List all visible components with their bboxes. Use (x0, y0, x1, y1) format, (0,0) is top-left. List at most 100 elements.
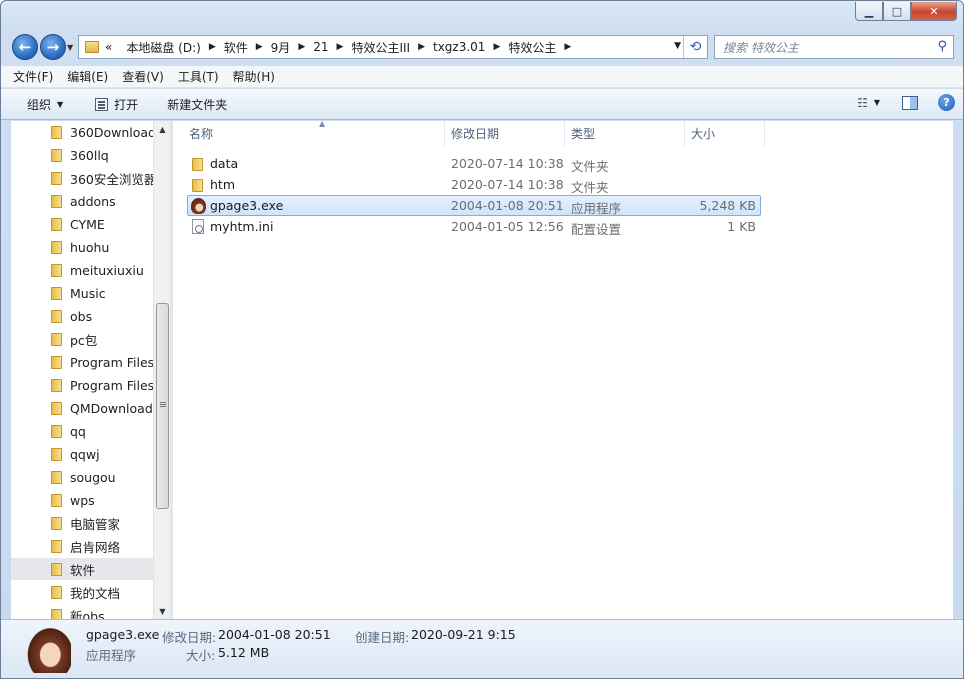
sidebar-item-new-obs[interactable]: 新obs (11, 604, 153, 619)
chevron-right-icon[interactable]: ▶ (564, 42, 571, 52)
file-type: 文件夹 (571, 180, 609, 195)
sidebar-item-pc-bao[interactable]: pc包 (11, 328, 153, 350)
breadcrumb: « 本地磁盘 (D:) ▶ 软件 ▶ 9月 ▶ 21 ▶ 特效公主III ▶ t… (105, 39, 579, 56)
column-header-date[interactable]: 修改日期 (445, 121, 565, 146)
search-input[interactable]: 搜索 特效公主 ⚲ (714, 35, 954, 59)
breadcrumb-overflow[interactable]: « (105, 40, 112, 54)
column-header-label: 类型 (571, 127, 596, 141)
back-button[interactable]: ← (12, 34, 38, 60)
chevron-right-icon[interactable]: ▶ (493, 42, 500, 52)
column-header-type[interactable]: 类型 (565, 121, 685, 146)
sidebar-item-label: CYME (70, 216, 105, 232)
sidebar-item-label: 软件 (70, 562, 96, 578)
table-row[interactable]: htm 2020-07-14 10:38 文件夹 (187, 174, 761, 195)
preview-pane-icon[interactable] (902, 95, 918, 110)
maximize-button[interactable]: □ (883, 2, 911, 21)
sidebar-item-qqwj[interactable]: qqwj (11, 443, 153, 465)
sidebar-item-meituxiuxiu[interactable]: meituxiuxiu (11, 259, 153, 281)
chevron-right-icon[interactable]: ▶ (298, 42, 305, 52)
chevron-down-icon[interactable]: ▼ (874, 98, 880, 107)
folder-icon (51, 241, 62, 254)
file-size: 1 KB (727, 219, 756, 234)
column-header-name[interactable]: 名称 ▲ (183, 119, 445, 146)
scrollbar-thumb[interactable] (156, 303, 169, 509)
breadcrumb-item[interactable]: 软件 (224, 39, 248, 56)
folder-icon (51, 218, 62, 231)
column-header-label: 修改日期 (451, 127, 500, 141)
chevron-right-icon[interactable]: ▶ (209, 42, 216, 52)
navigation-scrollbar[interactable]: ▲ ▼ (153, 121, 170, 619)
folder-icon (51, 540, 62, 553)
sidebar-item-obs[interactable]: obs (11, 305, 153, 327)
table-row[interactable]: gpage3.exe 2004-01-08 20:51 应用程序 5,248 K… (187, 195, 761, 216)
table-row[interactable]: data 2020-07-14 10:38 文件夹 (187, 153, 761, 174)
sidebar-item-360-browser[interactable]: 360安全浏览器 (11, 167, 153, 189)
sidebar-item-qq[interactable]: qq (11, 420, 153, 442)
refresh-icon[interactable]: ⟲ (683, 36, 707, 58)
sidebar-item-360downloads[interactable]: 360Downloads (11, 121, 153, 143)
sidebar-item-360llq[interactable]: 360llq (11, 144, 153, 166)
menu-help[interactable]: 帮助(H) (233, 68, 275, 85)
address-bar[interactable]: « 本地磁盘 (D:) ▶ 软件 ▶ 9月 ▶ 21 ▶ 特效公主III ▶ t… (78, 35, 708, 59)
sidebar-item-music[interactable]: Music (11, 282, 153, 304)
breadcrumb-item[interactable]: txgz3.01 (433, 40, 485, 54)
sidebar-item-qmdownload[interactable]: QMDownload (11, 397, 153, 419)
folder-icon (51, 586, 62, 599)
sidebar-item-label: sougou (70, 469, 116, 485)
address-history-dropdown[interactable]: ▼ (674, 41, 681, 51)
recent-pages-dropdown[interactable]: ▼ (67, 43, 73, 52)
exe-icon (191, 198, 206, 214)
file-date: 2020-07-14 10:38 (451, 156, 564, 171)
sidebar-item-qiken-network[interactable]: 启肯网络 (11, 535, 153, 557)
menu-view[interactable]: 查看(V) (122, 68, 164, 85)
breadcrumb-item[interactable]: 特效公主 (508, 39, 556, 56)
breadcrumb-item[interactable]: 9月 (271, 39, 291, 56)
sidebar-item-cyme[interactable]: CYME (11, 213, 153, 235)
sidebar-item-label: 360安全浏览器 (70, 171, 153, 187)
new-folder-button[interactable]: 新建文件夹 (167, 96, 227, 113)
close-button[interactable]: ✕ (911, 2, 957, 21)
details-filename: gpage3.exe (86, 627, 160, 642)
column-header-size[interactable]: 大小 (685, 121, 765, 146)
open-button[interactable]: 打开 (95, 96, 138, 113)
table-row[interactable]: myhtm.ini 2004-01-05 12:56 配置设置 1 KB (187, 216, 761, 237)
sidebar-item-label: addons (70, 193, 116, 209)
chevron-right-icon[interactable]: ▶ (418, 42, 425, 52)
breadcrumb-item[interactable]: 21 (313, 40, 328, 54)
scroll-up-icon[interactable]: ▲ (154, 121, 171, 137)
sidebar-item-label: huohu (70, 239, 110, 255)
sidebar-item-pc-manager[interactable]: 电脑管家 (11, 512, 153, 534)
folder-icon (51, 448, 62, 461)
file-size: 5,248 KB (699, 198, 756, 213)
menu-edit[interactable]: 编辑(E) (67, 68, 108, 85)
sidebar-item-addons[interactable]: addons (11, 190, 153, 212)
search-icon[interactable]: ⚲ (937, 39, 947, 54)
sidebar-item-sougou[interactable]: sougou (11, 466, 153, 488)
organize-label: 组织 (27, 97, 52, 112)
file-thumbnail (25, 625, 71, 673)
sidebar-item-huohu[interactable]: huohu (11, 236, 153, 258)
sidebar-item-my-documents[interactable]: 我的文档 (11, 581, 153, 603)
folder-icon (51, 126, 62, 139)
scroll-down-icon[interactable]: ▼ (154, 603, 171, 619)
menu-file[interactable]: 文件(F) (13, 68, 53, 85)
sidebar-item-program-files-2[interactable]: Program Files (11, 374, 153, 396)
sidebar-item-software[interactable]: 软件 (11, 558, 153, 580)
forward-button[interactable]: → (40, 34, 66, 60)
sidebar-item-wps[interactable]: wps (11, 489, 153, 511)
view-details-icon[interactable]: ☷ (857, 96, 868, 110)
organize-button[interactable]: 组织 ▼ (27, 96, 63, 113)
sidebar-item-label: 360llq (70, 147, 109, 163)
menu-tools[interactable]: 工具(T) (178, 68, 219, 85)
breadcrumb-item[interactable]: 特效公主III (351, 39, 410, 56)
breadcrumb-item[interactable]: 本地磁盘 (D:) (126, 39, 200, 56)
chevron-down-icon: ▼ (57, 99, 64, 109)
sidebar-item-program-files[interactable]: Program Files (11, 351, 153, 373)
column-header-label: 大小 (691, 127, 716, 141)
help-icon[interactable]: ? (938, 94, 955, 111)
sidebar-item-label: pc包 (70, 332, 98, 348)
chevron-right-icon[interactable]: ▶ (256, 42, 263, 52)
details-modified-label: 修改日期: (162, 630, 217, 645)
chevron-right-icon[interactable]: ▶ (337, 42, 344, 52)
minimize-button[interactable]: ▁ (855, 2, 883, 21)
